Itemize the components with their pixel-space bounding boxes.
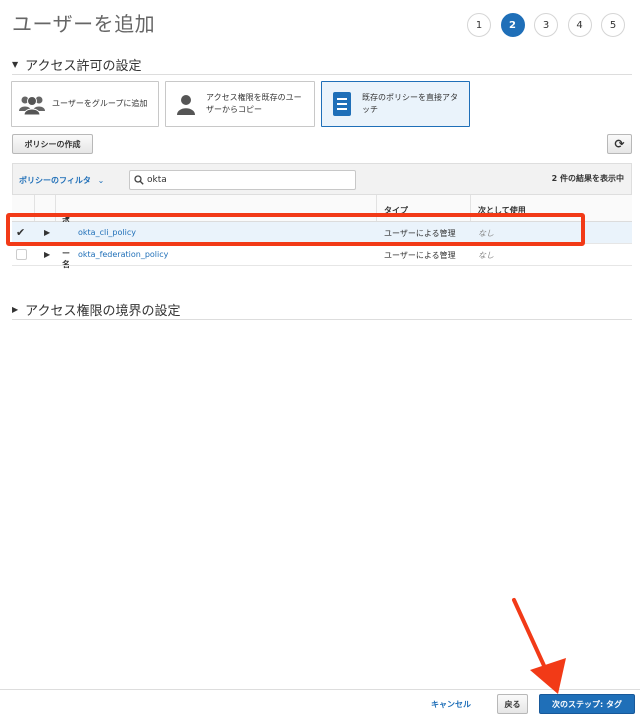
access-section-title: アクセス許可の設定 xyxy=(25,59,142,74)
step-1[interactable]: 1 xyxy=(467,13,491,37)
policy-name-link[interactable]: okta_federation_policy xyxy=(78,250,168,259)
chevron-down-icon: ⌄ xyxy=(97,176,105,185)
option-label: ユーザーをグループに追加 xyxy=(52,99,148,108)
highlight-box-annotation xyxy=(6,213,585,246)
expand-row-icon[interactable]: ▶ xyxy=(44,250,50,259)
document-icon xyxy=(328,90,356,118)
cancel-button[interactable]: キャンセル xyxy=(431,699,471,710)
group-icon xyxy=(18,90,46,118)
caret-down-icon: ▼ xyxy=(12,60,19,69)
refresh-button[interactable]: ⟳ xyxy=(607,134,632,154)
back-button[interactable]: 戻る xyxy=(497,694,528,714)
user-icon xyxy=(172,90,200,118)
wizard-steps: 1 2 3 4 5 xyxy=(467,13,635,37)
divider xyxy=(12,319,632,320)
option-attach-policies[interactable]: 既存のポリシーを直接アタッチ xyxy=(321,81,470,127)
filter-toolbar: ポリシーのフィルタ ⌄ 2 件の結果を表示中 xyxy=(12,163,632,195)
search-input[interactable] xyxy=(147,175,342,185)
arrow-annotation xyxy=(512,598,566,694)
step-3[interactable]: 3 xyxy=(534,13,558,37)
option-add-to-group[interactable]: ユーザーをグループに追加 xyxy=(11,81,159,127)
step-2[interactable]: 2 xyxy=(500,13,525,37)
refresh-icon: ⟳ xyxy=(614,137,625,151)
search-icon xyxy=(134,175,144,185)
boundary-section-title: アクセス権限の境界の設定 xyxy=(25,304,181,319)
page-title: ユーザーを追加 xyxy=(12,12,156,36)
caret-right-icon: ▶ xyxy=(12,305,19,314)
table-row[interactable]: ▶ okta_federation_policy ユーザーによる管理 なし xyxy=(12,244,632,266)
divider xyxy=(12,74,632,75)
option-label: 既存のポリシーを直接アタッチ xyxy=(362,93,458,114)
option-copy-permissions[interactable]: アクセス権限を既存のユーザーからコピー xyxy=(165,81,315,127)
policy-filter-label: ポリシーのフィルタ xyxy=(19,176,91,185)
access-section-header[interactable]: ▼ アクセス許可の設定 xyxy=(12,55,142,74)
row-checkbox[interactable] xyxy=(16,249,27,260)
option-label: アクセス権限を既存のユーザーからコピー xyxy=(206,93,302,114)
step-4[interactable]: 4 xyxy=(567,13,592,37)
policy-filter-dropdown[interactable]: ポリシーのフィルタ ⌄ xyxy=(19,175,104,186)
next-step-button[interactable]: 次のステップ: タグ xyxy=(539,694,635,714)
step-5[interactable]: 5 xyxy=(601,13,625,37)
result-count: 2 件の結果を表示中 xyxy=(551,174,624,183)
create-policy-button[interactable]: ポリシーの作成 xyxy=(12,134,93,154)
policy-type: ユーザーによる管理 xyxy=(384,251,456,260)
boundary-section-header[interactable]: ▶ アクセス権限の境界の設定 xyxy=(12,300,181,319)
policy-used-as: なし xyxy=(478,251,494,260)
policy-search-box[interactable] xyxy=(129,170,356,190)
